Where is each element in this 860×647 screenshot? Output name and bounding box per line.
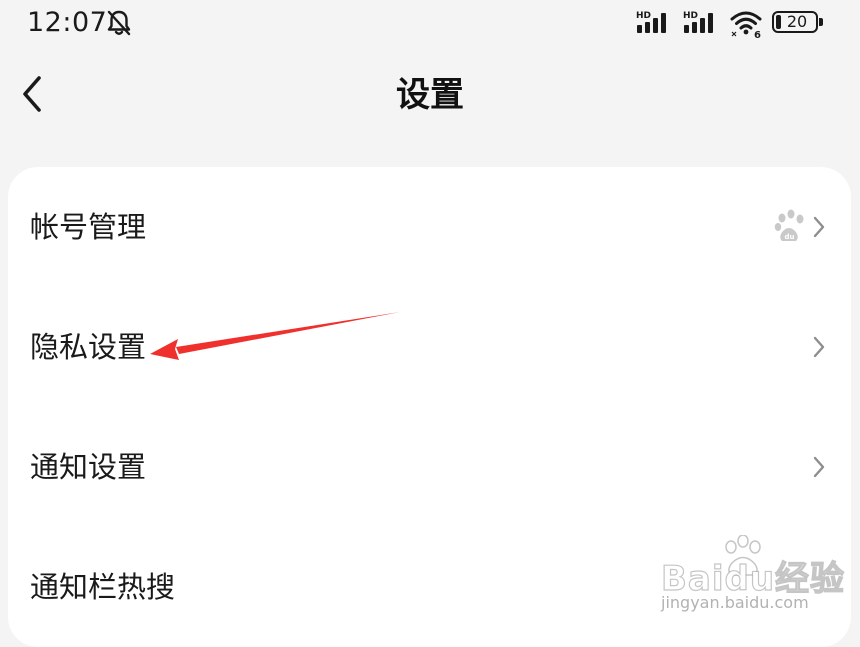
battery-level: 20 xyxy=(786,12,808,31)
settings-item-label: 通知设置 xyxy=(30,450,147,484)
page-title: 设置 xyxy=(396,75,464,115)
svg-text:HD: HD xyxy=(683,11,698,21)
status-time: 12:07 xyxy=(27,7,108,38)
svg-text:HD: HD xyxy=(636,11,651,21)
settings-item-label: 帐号管理 xyxy=(30,210,147,244)
svg-text:6: 6 xyxy=(754,30,761,39)
chevron-right-icon xyxy=(813,456,825,478)
hd-signal-icon: HD xyxy=(636,11,666,33)
bell-off-icon xyxy=(107,10,131,36)
settings-item-label: 通知栏热搜 xyxy=(30,570,176,604)
settings-item-privacy[interactable]: 隐私设置 xyxy=(8,287,851,407)
settings-card: 帐号管理 du 隐私设置 通知设置 通知栏热搜 xyxy=(8,167,851,647)
settings-item-label: 隐私设置 xyxy=(30,330,147,364)
chevron-right-icon xyxy=(813,336,825,358)
chevron-right-icon xyxy=(813,216,825,238)
baidu-paw-icon: du xyxy=(774,209,804,241)
hd-signal-icon: HD xyxy=(683,11,713,33)
settings-item-account[interactable]: 帐号管理 du xyxy=(8,167,851,287)
svg-text:du: du xyxy=(785,233,795,241)
settings-item-trending[interactable]: 通知栏热搜 xyxy=(8,527,851,647)
settings-item-notifications[interactable]: 通知设置 xyxy=(8,407,851,527)
battery-icon: 20 xyxy=(772,11,826,35)
wifi-6-icon: 6 xyxy=(730,11,762,39)
status-bar: 12:07 HD HD 6 20 xyxy=(0,0,860,48)
